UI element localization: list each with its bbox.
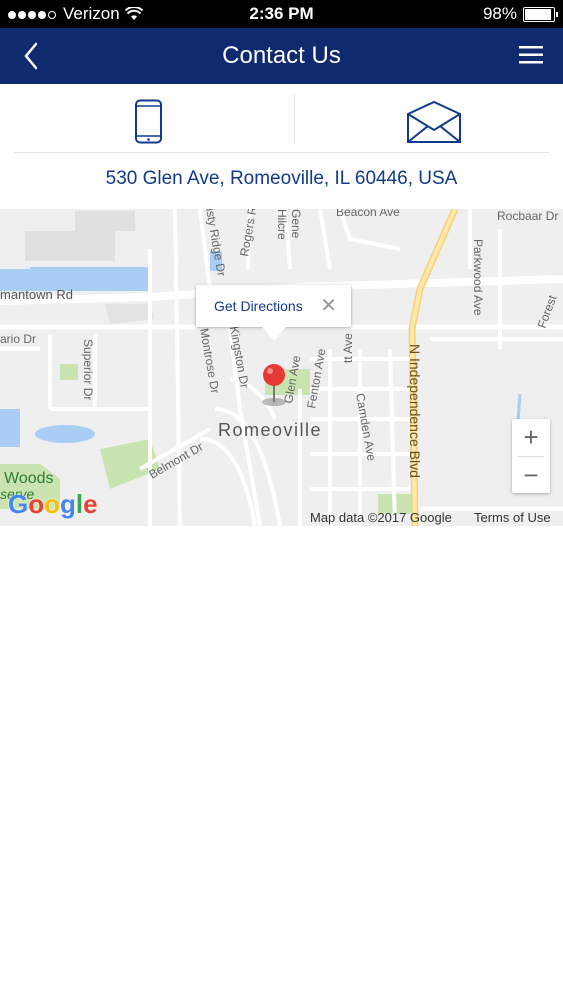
map-label-woods: Woods: [4, 470, 54, 487]
page-title: Contact Us: [222, 42, 341, 69]
close-icon[interactable]: ✕: [320, 293, 337, 318]
map-label-ontario-dr: ario Dr: [0, 332, 36, 346]
map-label-rocbaar-dr: Rocbaar Dr: [497, 209, 558, 223]
battery-percent: 98%: [482, 4, 517, 23]
hamburger-menu-icon[interactable]: [519, 44, 543, 66]
map-attribution: Map data ©2017 Google: [310, 510, 452, 525]
map-label-germantown-rd: mantown Rd: [0, 287, 73, 302]
section-divider: [14, 152, 550, 153]
address-text[interactable]: 530 Glen Ave, Romeoville, IL 60446, USA: [0, 168, 563, 190]
map-label-superior-dr: Superior Dr: [81, 339, 95, 400]
map-view[interactable]: Beacon Ave Rocbaar Dr Parkwood Ave Fores…: [0, 209, 563, 526]
map-label-rogers-rd: Rogers R: [237, 209, 260, 258]
directions-popup[interactable]: Get Directions ✕: [196, 285, 351, 341]
zoom-control: + −: [512, 419, 550, 493]
contact-actions: [0, 84, 563, 154]
map-label-hillcrest: Hilcre: [275, 209, 289, 240]
map-label-gene: Gene: [289, 209, 303, 239]
map-label-st-ave: tt Ave: [341, 333, 355, 363]
clock: 2:36 PM: [249, 4, 314, 23]
map-label-independence-blvd: N Independence Blvd: [407, 344, 423, 478]
map-label-forest: Forest: [535, 293, 560, 330]
map-label-romeoville: Romeoville: [218, 420, 322, 440]
map-label-parkwood-ave: Parkwood Ave: [471, 239, 485, 316]
nav-bar: Contact Us: [0, 28, 563, 84]
zoom-out-button[interactable]: −: [512, 457, 550, 493]
battery-group: 98%: [482, 4, 558, 24]
google-logo: Google: [8, 489, 98, 519]
zoom-in-button[interactable]: +: [512, 419, 550, 455]
terms-of-use-link[interactable]: Terms of Use: [474, 510, 551, 525]
battery-icon: [523, 6, 558, 22]
map-label-montrose-dr: Montrose Dr: [197, 327, 222, 394]
map-pin-icon[interactable]: [263, 364, 285, 386]
icon-divider: [294, 94, 295, 144]
phone-icon[interactable]: [134, 99, 168, 145]
map-roads: Beacon Ave Rocbaar Dr Parkwood Ave Fores…: [0, 209, 563, 526]
map-label-beacon-ave: Beacon Ave: [336, 209, 400, 219]
get-directions-link[interactable]: Get Directions: [214, 298, 303, 314]
mail-envelope-icon[interactable]: [406, 100, 462, 144]
status-bar: Verizon 2:36 PM 98%: [0, 0, 563, 28]
map-label-camden-ave: Camden Ave: [353, 392, 379, 462]
